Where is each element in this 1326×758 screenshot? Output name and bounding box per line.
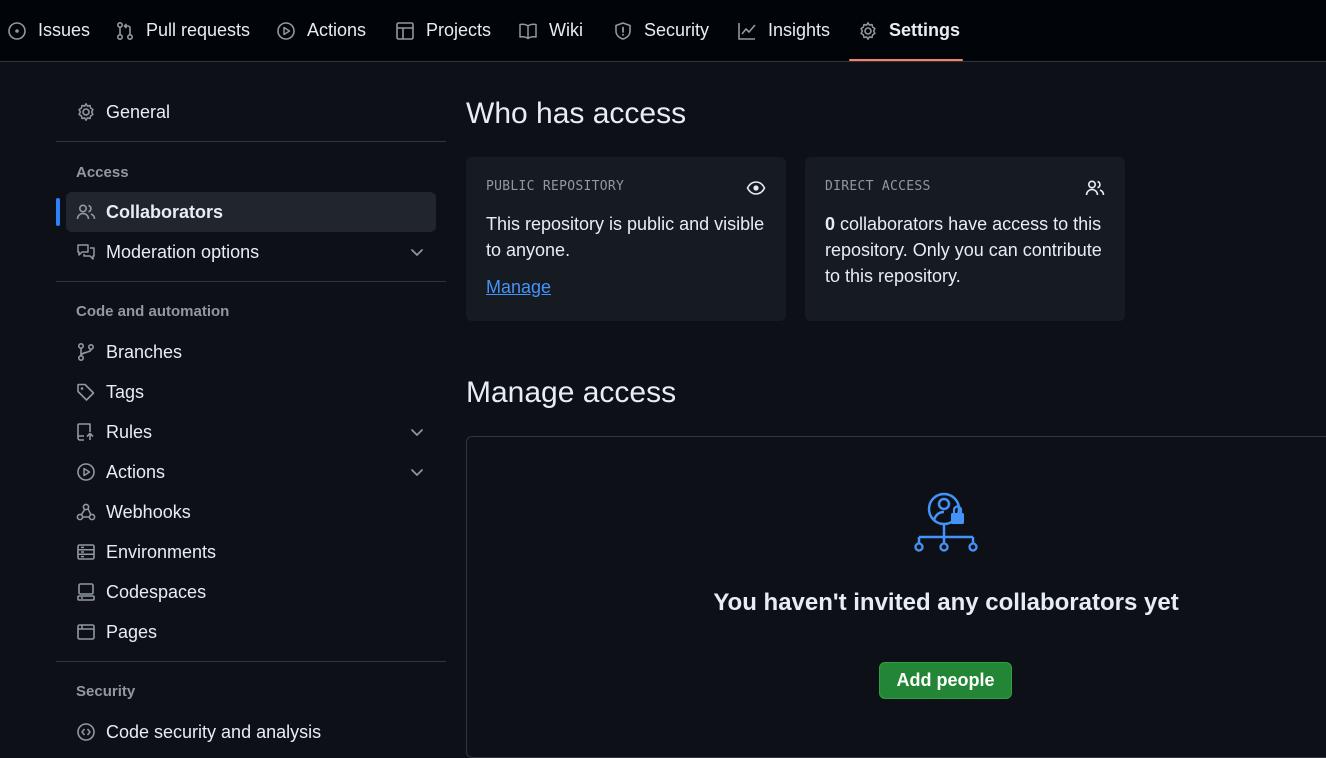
sidebar-item-label: Rules (106, 421, 153, 442)
repo-nav: Issues Pull requests Actions Projects Wi… (0, 0, 1326, 62)
webhook-icon (76, 503, 96, 521)
shield-icon (615, 21, 631, 40)
git-pull-request-icon (116, 21, 134, 40)
sidebar-item-label: Pages (106, 621, 158, 642)
sidebar-item-environments[interactable]: Environments (66, 532, 436, 572)
sidebar-item-label: Branches (106, 341, 183, 362)
play-icon (77, 463, 95, 481)
manage-access-panel: You haven't invited any collaborators ye… (466, 436, 1326, 758)
gear-icon (860, 21, 876, 40)
sidebar-item-label: Environments (106, 541, 217, 562)
book-icon (519, 23, 537, 39)
sidebar-item-branches[interactable]: Branches (66, 332, 436, 372)
comment-discussion-icon (77, 244, 95, 260)
chevron-down-icon[interactable] (408, 423, 426, 441)
tab-projects[interactable]: Projects (395, 0, 491, 61)
person-lock-network-icon (914, 492, 978, 552)
sidebar-item-label: General (106, 101, 171, 122)
tab-settings[interactable]: Settings (858, 0, 960, 61)
sidebar-item-rules[interactable]: Rules (66, 412, 436, 452)
codespaces-icon (77, 583, 95, 601)
card-label: DIRECT ACCESS (825, 179, 931, 194)
tab-actions[interactable]: Actions (276, 0, 366, 61)
collaborator-count: 0 (825, 214, 836, 234)
sidebar-item-webhooks[interactable]: Webhooks (66, 492, 436, 532)
tab-label: Security (644, 20, 710, 40)
sidebar-item-pages[interactable]: Pages (66, 612, 436, 652)
tab-label: Pull requests (146, 20, 251, 40)
manage-access-heading: Manage access (466, 376, 677, 409)
tab-pull-requests[interactable]: Pull requests (115, 0, 250, 61)
tab-security[interactable]: Security (613, 0, 709, 61)
card-label: PUBLIC REPOSITORY (486, 179, 625, 194)
active-item-marker (56, 198, 60, 226)
card-description: This repository is public and visible to… (486, 214, 765, 260)
sidebar-item-label: Webhooks (106, 501, 191, 522)
sidebar-item-label: Tags (106, 381, 145, 402)
sidebar-divider (56, 141, 446, 142)
tab-issues[interactable]: Issues (7, 0, 90, 61)
tab-label: Projects (426, 20, 492, 40)
play-icon (277, 21, 295, 40)
tab-label: Settings (889, 20, 961, 40)
graph-icon (738, 22, 756, 40)
public-repository-card: PUBLIC REPOSITORY This repository is pub… (466, 157, 786, 321)
settings-sidebar: General Access Collaborators Moderation … (56, 62, 446, 742)
direct-access-text: collaborators have access to this reposi… (825, 214, 1102, 286)
who-has-access-heading: Who has access (466, 97, 687, 130)
people-icon (1085, 180, 1105, 196)
tab-label: Insights (768, 20, 831, 40)
direct-access-card: DIRECT ACCESS 0 collaborators have acces… (805, 157, 1125, 321)
sidebar-item-tags[interactable]: Tags (66, 372, 436, 412)
manage-visibility-link[interactable]: Manage (486, 277, 551, 298)
tag-icon (77, 383, 95, 401)
tab-wiki[interactable]: Wiki (518, 0, 583, 61)
sidebar-heading-code-automation: Code and automation (76, 303, 230, 320)
sidebar-divider (56, 281, 446, 282)
sidebar-divider (56, 661, 446, 662)
people-icon (76, 204, 96, 220)
sidebar-item-codespaces[interactable]: Codespaces (66, 572, 436, 612)
empty-state-title: You haven't invited any collaborators ye… (713, 589, 1179, 616)
sidebar-item-collaborators[interactable]: Collaborators (66, 192, 436, 232)
sidebar-item-general[interactable]: General (66, 92, 436, 132)
sidebar-item-code-security[interactable]: Code security and analysis (66, 712, 436, 752)
sidebar-item-label: Moderation options (106, 241, 260, 262)
sidebar-heading-security: Security (76, 683, 136, 700)
sidebar-item-label: Actions (106, 461, 166, 482)
chevron-down-icon[interactable] (408, 463, 426, 481)
browser-icon (77, 624, 95, 640)
sidebar-item-actions[interactable]: Actions (66, 452, 436, 492)
tab-label: Issues (38, 20, 91, 40)
selected-tab-underline (849, 59, 963, 61)
card-description: 0 collaborators have access to this repo… (825, 211, 1110, 289)
tab-label: Actions (307, 20, 367, 40)
sidebar-heading-access: Access (76, 164, 129, 181)
table-icon (396, 21, 414, 40)
issue-opened-icon (8, 21, 26, 40)
sidebar-item-label: Collaborators (106, 201, 224, 222)
eye-icon (746, 181, 766, 195)
gear-icon (78, 103, 94, 121)
sidebar-item-moderation-options[interactable]: Moderation options (66, 232, 436, 272)
add-people-button[interactable]: Add people (879, 662, 1012, 699)
sidebar-item-label: Code security and analysis (106, 721, 322, 742)
chevron-down-icon[interactable] (408, 243, 426, 261)
tab-insights[interactable]: Insights (737, 0, 830, 61)
server-icon (77, 544, 95, 560)
codescan-icon (77, 723, 95, 741)
tab-label: Wiki (549, 20, 583, 40)
git-branch-icon (77, 342, 95, 362)
sidebar-item-label: Codespaces (106, 581, 207, 602)
repo-push-icon (77, 423, 94, 441)
